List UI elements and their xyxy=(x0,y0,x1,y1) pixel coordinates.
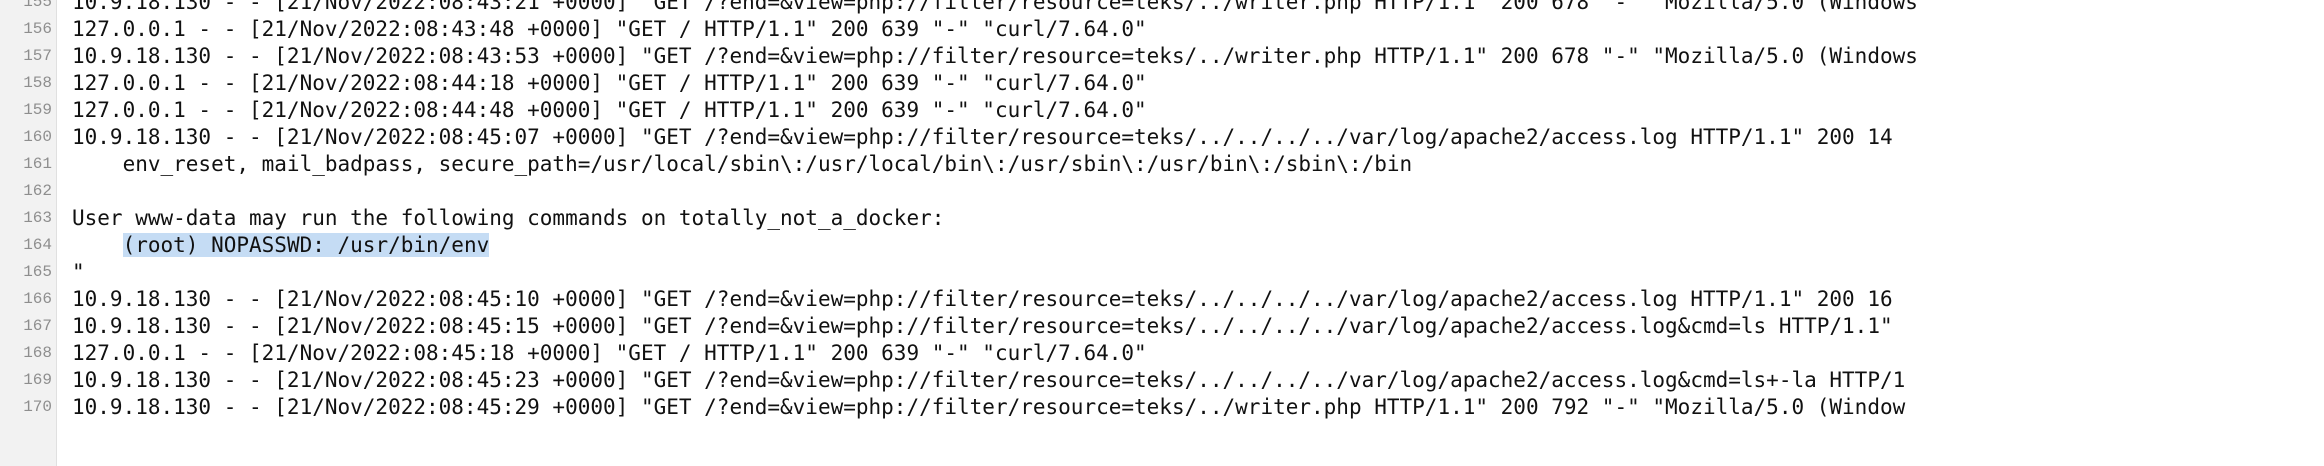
code-line[interactable]: 155 10.9.18.130 - - [21/Nov/2022:08:43:21… xyxy=(0,0,2324,16)
line-number: 160 xyxy=(23,128,52,146)
line-text: 10.9.18.130 - - [21/Nov/2022:08:43:21 +0… xyxy=(72,0,1918,14)
line-text: 127.0.0.1 - - [21/Nov/2022:08:44:48 +000… xyxy=(72,98,1147,122)
line-text: 10.9.18.130 - - [21/Nov/2022:08:45:29 +0… xyxy=(72,395,1906,419)
code-line[interactable]: 167 10.9.18.130 - - [21/Nov/2022:08:45:15… xyxy=(0,313,2324,340)
text-selection[interactable]: (root) NOPASSWD: /usr/bin/env xyxy=(122,233,490,257)
code-line[interactable]: 161 env_reset, mail_badpass, secure_path… xyxy=(0,151,2324,178)
line-text: 10.9.18.130 - - [21/Nov/2022:08:45:07 +0… xyxy=(72,125,1893,149)
text-editor[interactable]: 155 10.9.18.130 - - [21/Nov/2022:08:43:21… xyxy=(0,0,2324,466)
line-number: 166 xyxy=(23,290,52,308)
line-text: (root) NOPASSWD: /usr/bin/env xyxy=(72,232,490,259)
code-line[interactable]: 166 10.9.18.130 - - [21/Nov/2022:08:45:10… xyxy=(0,286,2324,313)
line-number: 169 xyxy=(23,371,52,389)
line-text: 10.9.18.130 - - [21/Nov/2022:08:45:10 +0… xyxy=(72,287,1893,311)
line-text: User www-data may run the following comm… xyxy=(72,206,945,230)
line-number: 159 xyxy=(23,101,52,119)
code-line[interactable]: 158 127.0.0.1 - - [21/Nov/2022:08:44:18 +… xyxy=(0,70,2324,97)
line-text: 10.9.18.130 - - [21/Nov/2022:08:43:53 +0… xyxy=(72,44,1918,68)
code-line[interactable]: 157 10.9.18.130 - - [21/Nov/2022:08:43:53… xyxy=(0,43,2324,70)
code-line-selected[interactable]: 164 (root) NOPASSWD: /usr/bin/env xyxy=(0,232,2324,259)
line-text: 127.0.0.1 - - [21/Nov/2022:08:44:18 +000… xyxy=(72,71,1147,95)
line-number: 156 xyxy=(23,20,52,38)
code-line[interactable]: 169 10.9.18.130 - - [21/Nov/2022:08:45:23… xyxy=(0,367,2324,394)
code-lines: 155 10.9.18.130 - - [21/Nov/2022:08:43:21… xyxy=(0,0,2324,421)
code-line[interactable]: 160 10.9.18.130 - - [21/Nov/2022:08:45:07… xyxy=(0,124,2324,151)
code-line[interactable]: 168 127.0.0.1 - - [21/Nov/2022:08:45:18 +… xyxy=(0,340,2324,367)
line-number: 163 xyxy=(23,209,52,227)
code-line[interactable]: 156 127.0.0.1 - - [21/Nov/2022:08:43:48 +… xyxy=(0,16,2324,43)
line-number: 167 xyxy=(23,317,52,335)
code-line[interactable]: 165 " xyxy=(0,259,2324,286)
line-number: 168 xyxy=(23,344,52,362)
code-line[interactable]: 163 User www-data may run the following c… xyxy=(0,205,2324,232)
line-text: 10.9.18.130 - - [21/Nov/2022:08:45:15 +0… xyxy=(72,314,1893,338)
line-text: " xyxy=(72,260,85,284)
line-text: env_reset, mail_badpass, secure_path=/us… xyxy=(72,152,1413,176)
line-number: 164 xyxy=(23,236,52,254)
line-number: 158 xyxy=(23,74,52,92)
line-number: 157 xyxy=(23,47,52,65)
line-text: 127.0.0.1 - - [21/Nov/2022:08:45:18 +000… xyxy=(72,341,1147,365)
code-line[interactable]: 159 127.0.0.1 - - [21/Nov/2022:08:44:48 +… xyxy=(0,97,2324,124)
line-text: 10.9.18.130 - - [21/Nov/2022:08:45:23 +0… xyxy=(72,368,1906,392)
code-line[interactable]: 170 10.9.18.130 - - [21/Nov/2022:08:45:29… xyxy=(0,394,2324,421)
line-number: 155 xyxy=(23,0,52,11)
line-number: 165 xyxy=(23,263,52,281)
line-number: 161 xyxy=(23,155,52,173)
line-number: 170 xyxy=(23,398,52,416)
line-text: 127.0.0.1 - - [21/Nov/2022:08:43:48 +000… xyxy=(72,17,1147,41)
line-number: 162 xyxy=(23,182,52,200)
code-line[interactable]: 162 xyxy=(0,178,2324,205)
